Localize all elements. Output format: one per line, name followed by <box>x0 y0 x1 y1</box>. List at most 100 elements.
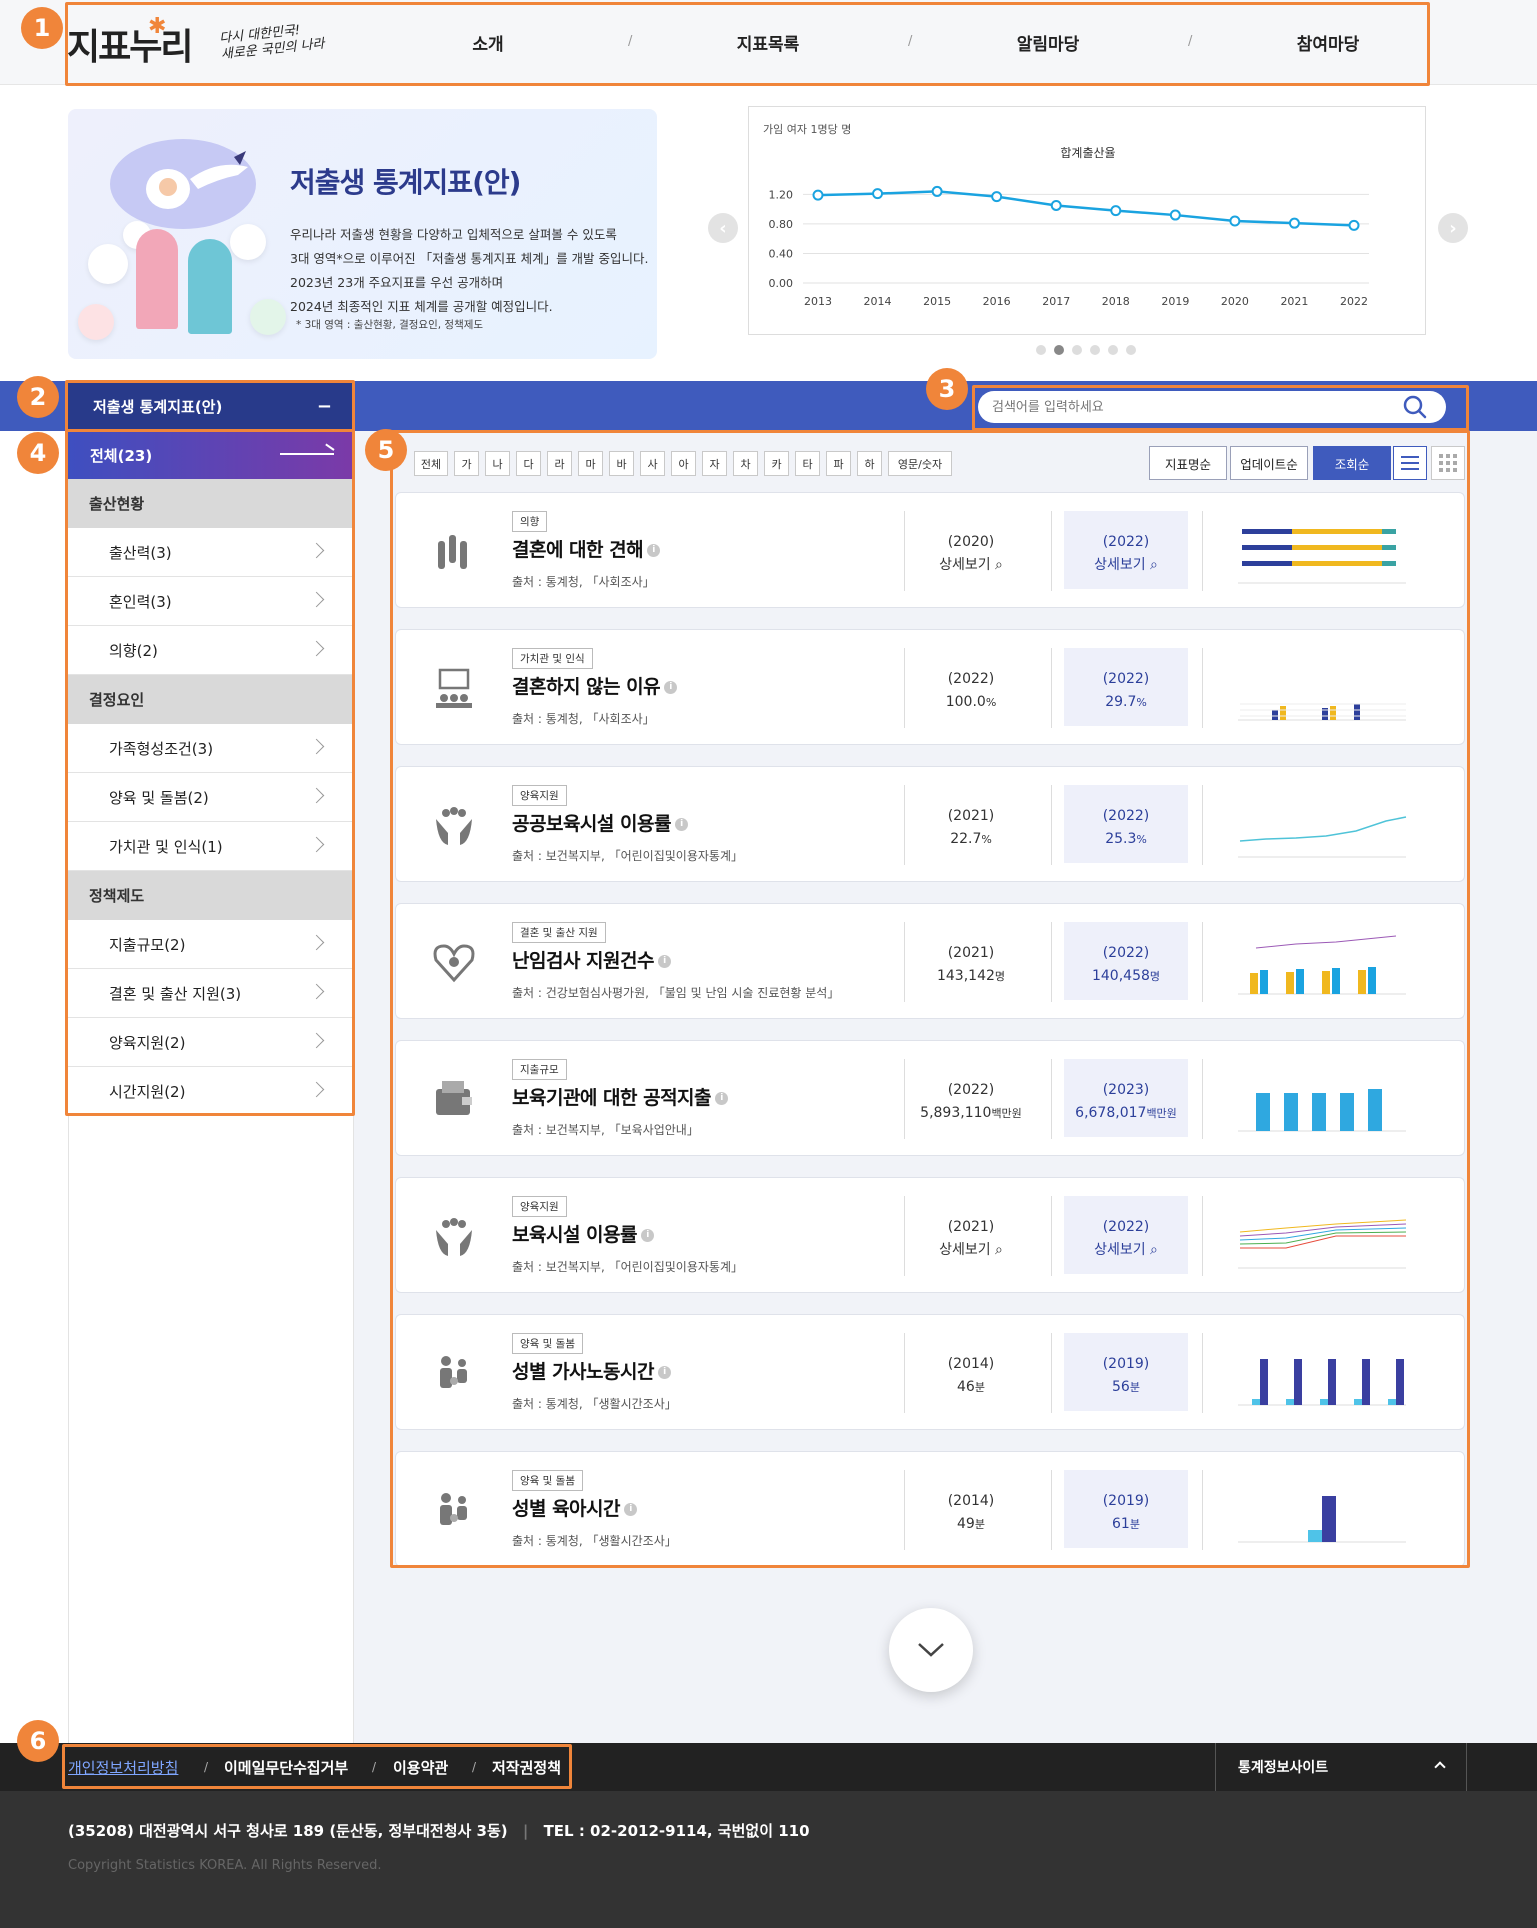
nav-intro[interactable]: 소개 <box>408 30 568 55</box>
carousel-dot[interactable] <box>1054 345 1064 355</box>
sidebar-item[interactable]: 시간지원(2) <box>68 1067 352 1116</box>
chart-thumbnail[interactable] <box>1226 644 1416 732</box>
letter-filter-button[interactable]: 나 <box>485 451 510 476</box>
indicator-title[interactable]: 보육기관에 대한 공적지출 i <box>512 1083 729 1110</box>
chart-point[interactable] <box>872 188 884 200</box>
indicator-card[interactable]: 양육 및 돌봄 성별 가사노동시간 i 출처 : 통계청, 「생활시간조사」 (2014… <box>395 1314 1465 1430</box>
sidebar-item[interactable]: 출산력(3) <box>68 528 352 577</box>
info-icon[interactable]: i <box>657 1366 671 1379</box>
sidebar-item[interactable]: 가치관 및 인식(1) <box>68 822 352 871</box>
chart-point[interactable] <box>931 185 943 197</box>
indicator-title[interactable]: 결혼에 대한 견해 i <box>512 535 661 562</box>
previous-value[interactable]: (2020) 상세보기 ⌕ <box>910 531 1032 577</box>
letter-filter-button[interactable]: 아 <box>671 451 696 476</box>
previous-value[interactable]: (2021) 상세보기 ⌕ <box>910 1216 1032 1262</box>
sidebar-item[interactable]: 가족형성조건(3) <box>68 724 352 773</box>
indicator-title[interactable]: 보육시설 이용률 i <box>512 1220 654 1247</box>
chart-thumbnail[interactable] <box>1226 918 1416 1006</box>
letter-filter-button[interactable]: 파 <box>826 451 851 476</box>
collapse-icon[interactable]: − <box>317 396 332 417</box>
sort-by-name-button[interactable]: 지표명순 <box>1149 446 1227 480</box>
latest-value[interactable]: (2022) 상세보기 ⌕ <box>1064 531 1188 577</box>
letter-filter-button[interactable]: 하 <box>857 451 882 476</box>
email-refusal-link[interactable]: 이메일무단수집거부 <box>224 1757 348 1778</box>
letter-filter-button[interactable]: 카 <box>764 451 789 476</box>
indicator-title[interactable]: 공공보육시설 이용률 i <box>512 809 688 836</box>
chart-thumbnail[interactable] <box>1226 1466 1416 1554</box>
sort-by-views-button[interactable]: 조회순 <box>1313 446 1391 480</box>
site-logo[interactable]: 지표누리 <box>67 18 193 70</box>
indicator-card[interactable]: 가치관 및 인식 결혼하지 않는 이유 i 출처 : 통계청, 「사회조사」 (2022… <box>395 629 1465 745</box>
chart-thumbnail[interactable] <box>1226 1055 1416 1143</box>
promo-banner[interactable]: 저출생 통계지표(안) 우리나라 저출생 현황을 다양하고 입체적으로 살펴볼 … <box>68 109 657 359</box>
letter-filter-button[interactable]: 자 <box>702 451 727 476</box>
terms-link[interactable]: 이용약관 <box>393 1757 448 1778</box>
carousel-prev-button[interactable]: ‹ <box>708 213 738 243</box>
sidebar-item[interactable]: 의향(2) <box>68 626 352 675</box>
grid-view-icon[interactable] <box>1431 446 1465 480</box>
carousel-dot[interactable] <box>1108 345 1118 355</box>
chart-point[interactable] <box>1348 219 1360 231</box>
info-icon[interactable]: i <box>674 818 688 831</box>
letter-filter-button[interactable]: 전체 <box>414 451 448 476</box>
chart-point[interactable] <box>1110 205 1122 217</box>
latest-value[interactable]: (2022) 상세보기 ⌕ <box>1064 1216 1188 1262</box>
category-dropdown[interactable]: 저출생 통계지표(안) − <box>68 381 352 431</box>
letter-filter-button[interactable]: 마 <box>578 451 603 476</box>
chart-thumbnail[interactable] <box>1226 507 1416 595</box>
letter-filter-button[interactable]: 차 <box>733 451 758 476</box>
indicator-title[interactable]: 성별 육아시간 i <box>512 1494 637 1521</box>
sort-by-update-button[interactable]: 업데이트순 <box>1230 446 1308 480</box>
search-input[interactable] <box>978 391 1446 423</box>
sidebar-item[interactable]: 결혼 및 출산 지원(3) <box>68 969 352 1018</box>
indicator-title[interactable]: 결혼하지 않는 이유 i <box>512 672 678 699</box>
carousel-dot[interactable] <box>1036 345 1046 355</box>
indicator-card[interactable]: 양육 및 돌봄 성별 육아시간 i 출처 : 통계청, 「생활시간조사」 (2014) 4… <box>395 1451 1465 1567</box>
chart-thumbnail[interactable] <box>1226 781 1416 869</box>
letter-filter-button[interactable]: 바 <box>609 451 634 476</box>
sidebar-item[interactable]: 양육지원(2) <box>68 1018 352 1067</box>
sidebar-item[interactable]: 양육 및 돌봄(2) <box>68 773 352 822</box>
letter-filter-button[interactable]: 라 <box>547 451 572 476</box>
info-icon[interactable]: i <box>664 681 678 694</box>
privacy-policy-link[interactable]: 개인정보처리방침 <box>68 1757 178 1778</box>
list-view-icon[interactable] <box>1393 446 1427 480</box>
info-icon[interactable]: i <box>715 1092 729 1105</box>
chart-thumbnail[interactable] <box>1226 1329 1416 1417</box>
sidebar-group[interactable]: 결정요인 <box>68 675 352 724</box>
indicator-title[interactable]: 난임검사 지원건수 i <box>512 946 671 973</box>
copyright-policy-link[interactable]: 저작권정책 <box>492 1757 561 1778</box>
chart-thumbnail[interactable] <box>1226 1192 1416 1280</box>
chart-point[interactable] <box>1050 199 1062 211</box>
letter-filter-button[interactable]: 타 <box>795 451 820 476</box>
scroll-down-button[interactable] <box>889 1608 973 1692</box>
letter-filter-button[interactable]: 다 <box>516 451 541 476</box>
indicator-card[interactable]: 결혼 및 출산 지원 난임검사 지원건수 i 출처 : 건강보험심사평가원, 「불임 … <box>395 903 1465 1019</box>
chart-point[interactable] <box>991 191 1003 203</box>
sidebar-item[interactable]: 지출규모(2) <box>68 920 352 969</box>
indicator-title[interactable]: 성별 가사노동시간 i <box>512 1357 671 1384</box>
chart-point[interactable] <box>1169 209 1181 221</box>
indicator-card[interactable]: 양육지원 공공보육시설 이용률 i 출처 : 보건복지부, 「어린이집및이용자통계」 (… <box>395 766 1465 882</box>
sidebar-group[interactable]: 정책제도 <box>68 871 352 920</box>
carousel-next-button[interactable]: › <box>1438 213 1468 243</box>
info-icon[interactable]: i <box>640 1229 654 1242</box>
stat-sites-dropdown[interactable]: 통계정보사이트 <box>1215 1743 1467 1791</box>
carousel-dot[interactable] <box>1072 345 1082 355</box>
sidebar-item-all[interactable]: 전체(23) <box>68 431 352 479</box>
chart-point[interactable] <box>1229 215 1241 227</box>
carousel-dot[interactable] <box>1126 345 1136 355</box>
letter-filter-button[interactable]: 사 <box>640 451 665 476</box>
sidebar-group[interactable]: 출산현황 <box>68 479 352 528</box>
search-icon[interactable] <box>1400 393 1430 421</box>
indicator-card[interactable]: 의향 결혼에 대한 견해 i 출처 : 통계청, 「사회조사」 (2020) 상세보기 ⌕… <box>395 492 1465 608</box>
nav-indicator-list[interactable]: 지표목록 <box>688 30 848 55</box>
chart-point[interactable] <box>812 189 824 201</box>
info-icon[interactable]: i <box>624 1503 637 1516</box>
nav-participation[interactable]: 참여마당 <box>1248 30 1408 55</box>
chart-point[interactable] <box>1288 217 1300 229</box>
info-icon[interactable]: i <box>657 955 671 968</box>
letter-filter-button[interactable]: 영문/숫자 <box>888 451 952 476</box>
nav-notice[interactable]: 알림마당 <box>968 30 1128 55</box>
indicator-card[interactable]: 양육지원 보육시설 이용률 i 출처 : 보건복지부, 「어린이집및이용자통계」 (20… <box>395 1177 1465 1293</box>
